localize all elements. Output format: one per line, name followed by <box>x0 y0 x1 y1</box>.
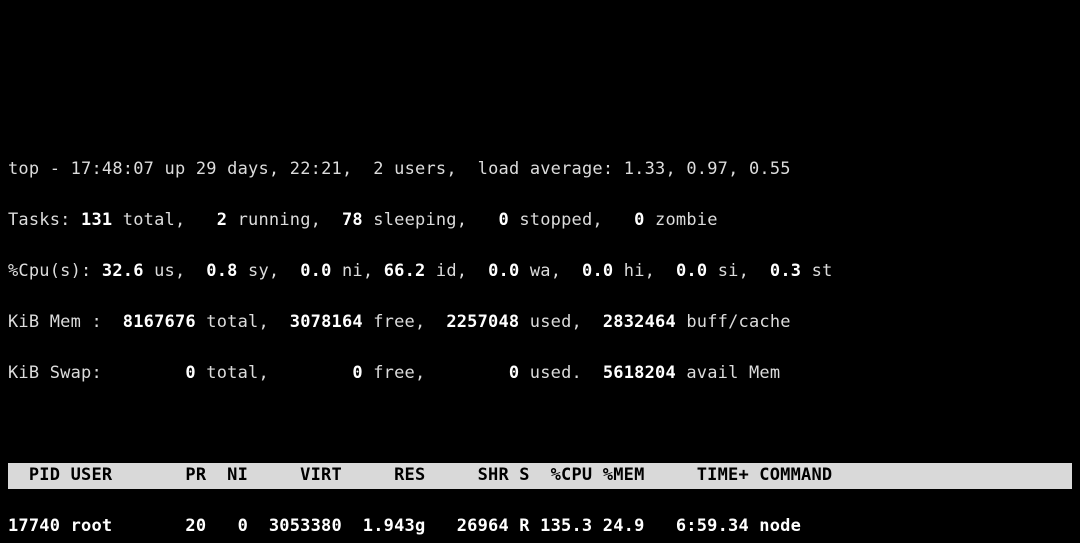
mem-total: 8167676 <box>123 312 196 332</box>
mem-used: 2257048 <box>446 312 519 332</box>
mem-line: KiB Mem : 8167676 total, 3078164 free, 2… <box>8 310 1072 336</box>
tasks-stopped: 0 <box>499 210 509 230</box>
cpu-sy: 0.8 <box>206 261 237 281</box>
top-label: top <box>8 159 39 179</box>
cpu-hi: 0.0 <box>582 261 613 281</box>
user-count: 2 <box>373 159 383 179</box>
swap-avail: 5618204 <box>603 363 676 383</box>
tasks-total: 131 <box>81 210 112 230</box>
cpu-st: 0.3 <box>770 261 801 281</box>
cpu-us: 32.6 <box>102 261 144 281</box>
tasks-sleeping: 78 <box>342 210 363 230</box>
tasks-running: 2 <box>217 210 227 230</box>
load-average: 1.33, 0.97, 0.55 <box>624 159 791 179</box>
swap-line: KiB Swap: 0 total, 0 free, 0 used. 56182… <box>8 361 1072 387</box>
uptime: 29 days, 22:21 <box>196 159 342 179</box>
cpu-si: 0.0 <box>676 261 707 281</box>
cpu-wa: 0.0 <box>488 261 519 281</box>
mem-free: 3078164 <box>290 312 363 332</box>
summary-line: top - 17:48:07 up 29 days, 22:21, 2 user… <box>8 157 1072 183</box>
blank-line <box>8 412 1072 438</box>
process-row[interactable]: 1 root 20 0 225540 9108 6512 S 0.0 0.1 0… <box>8 540 1072 543</box>
cpu-id: 66.2 <box>384 261 426 281</box>
cpu-line: %Cpu(s): 32.6 us, 0.8 sy, 0.0 ni, 66.2 i… <box>8 259 1072 285</box>
mem-buff: 2832464 <box>603 312 676 332</box>
time: 17:48:07 <box>71 159 154 179</box>
terminal-top-output[interactable]: top - 17:48:07 up 29 days, 22:21, 2 user… <box>0 128 1080 543</box>
tasks-zombie: 0 <box>634 210 644 230</box>
process-table-body: 17740 root 20 0 3053380 1.943g 26964 R 1… <box>8 514 1072 543</box>
process-table-header[interactable]: PID USER PR NI VIRT RES SHR S %CPU %MEM … <box>8 463 1072 489</box>
tasks-line: Tasks: 131 total, 2 running, 78 sleeping… <box>8 208 1072 234</box>
swap-used: 0 <box>509 363 519 383</box>
swap-free: 0 <box>352 363 362 383</box>
swap-total: 0 <box>185 363 195 383</box>
process-row[interactable]: 17740 root 20 0 3053380 1.943g 26964 R 1… <box>8 514 1072 540</box>
cpu-ni: 0.0 <box>300 261 331 281</box>
